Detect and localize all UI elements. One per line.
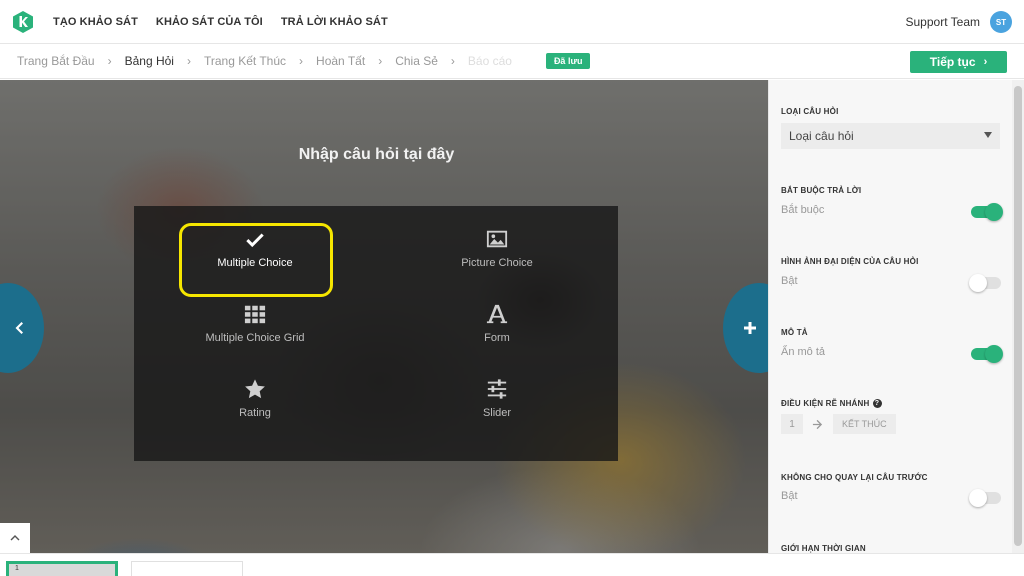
question-canvas[interactable]: Nhập câu hỏi tại đây Multiple Choice Pic…	[0, 80, 768, 553]
type-multiple-choice-grid[interactable]: Multiple Choice Grid	[134, 286, 376, 361]
chevron-right-icon: ›	[450, 54, 455, 68]
branch-condition-label: ĐIỀU KIỆN RẼ NHÁNH?	[781, 399, 882, 409]
top-navbar: TẠO KHẢO SÁT KHẢO SÁT CỦA TÔI TRẢ LỜI KH…	[0, 0, 1024, 44]
question-image-toggle[interactable]	[969, 274, 1001, 292]
toggle-knob	[985, 345, 1003, 363]
settings-scrollbar[interactable]	[1012, 80, 1024, 553]
breadcrumb: Trang Bắt Đầu › Bảng Hỏi › Trang Kết Thú…	[0, 44, 1024, 79]
logo-icon[interactable]	[13, 10, 33, 33]
continue-button[interactable]: Tiếp tục ›	[910, 51, 1007, 73]
page-thumbnail-number: 1	[15, 565, 19, 572]
grid-icon	[244, 305, 266, 324]
description-toggle[interactable]	[971, 345, 1003, 363]
description-value: Ẩn mô tả	[781, 346, 826, 358]
continue-button-label: Tiếp tục	[929, 55, 976, 69]
branch-to-field[interactable]: KẾT THÚC	[833, 414, 896, 434]
collapse-pages-button[interactable]	[0, 523, 30, 553]
caret-down-icon	[984, 132, 992, 138]
avatar[interactable]: ST	[990, 11, 1012, 33]
plus-icon	[744, 322, 756, 334]
toggle-knob	[969, 489, 987, 507]
page-thumbnail-strip: 1	[0, 553, 1024, 576]
arrow-right-icon	[812, 419, 823, 429]
crumb-questionnaire[interactable]: Bảng Hỏi	[125, 54, 174, 68]
crumb-report[interactable]: Báo cáo	[468, 54, 512, 68]
chevron-right-icon: ›	[107, 54, 112, 68]
page-thumbnail[interactable]	[131, 561, 243, 576]
toggle-knob	[985, 203, 1003, 221]
time-limit-label: GIỚI HẠN THỜI GIAN	[781, 544, 866, 553]
image-icon	[486, 230, 508, 248]
branch-from-field[interactable]: 1	[781, 414, 803, 434]
branch-condition-row: 1 KẾT THÚC	[781, 414, 896, 434]
chevron-right-icon: ›	[299, 54, 304, 68]
type-slider[interactable]: Slider	[376, 361, 618, 436]
no-back-label: KHÔNG CHO QUAY LẠI CÂU TRƯỚC	[781, 473, 928, 482]
crumb-start-page[interactable]: Trang Bắt Đầu	[17, 54, 95, 68]
type-multiple-choice[interactable]: Multiple Choice	[134, 211, 376, 286]
chevron-left-icon	[15, 322, 23, 334]
crumb-share[interactable]: Chia Sẻ	[395, 54, 438, 68]
question-title-input[interactable]: Nhập câu hỏi tại đây	[0, 146, 753, 164]
type-form[interactable]: Form	[376, 286, 618, 361]
crumb-complete[interactable]: Hoàn Tất	[316, 54, 365, 68]
required-label: BẮT BUỘC TRẢ LỜI	[781, 186, 862, 195]
type-picture-choice[interactable]: Picture Choice	[376, 211, 618, 286]
toggle-knob	[969, 274, 987, 292]
description-label: MÔ TẢ	[781, 328, 808, 337]
sliders-icon	[487, 379, 507, 399]
no-back-value: Bật	[781, 490, 798, 502]
question-type-label: LOẠI CÂU HỎI	[781, 107, 839, 116]
help-icon[interactable]: ?	[872, 399, 882, 409]
scrollbar-thumb[interactable]	[1014, 86, 1022, 546]
chevron-right-icon: ›	[186, 54, 191, 68]
no-back-toggle[interactable]	[969, 489, 1001, 507]
add-question-button[interactable]	[723, 283, 768, 373]
question-type-select[interactable]: Loại câu hỏi	[781, 123, 1000, 149]
previous-question-button[interactable]	[0, 283, 44, 373]
user-name[interactable]: Support Team	[906, 15, 981, 29]
required-toggle[interactable]	[971, 203, 1003, 221]
check-icon	[246, 233, 264, 248]
type-rating[interactable]: Rating	[134, 361, 376, 436]
chevron-right-icon: ›	[983, 56, 988, 68]
nav-create-survey[interactable]: TẠO KHẢO SÁT	[53, 16, 138, 28]
user-menu[interactable]: Support Team ST	[906, 0, 1012, 44]
question-type-panel: Multiple Choice Picture Choice Multiple …	[134, 206, 618, 461]
star-icon	[245, 379, 265, 399]
question-settings-panel: LOẠI CÂU HỎI Loại câu hỏi BẮT BUỘC TRẢ L…	[768, 80, 1024, 553]
crumb-end-page[interactable]: Trang Kết Thúc	[204, 54, 286, 68]
saved-badge: Đã lưu	[545, 53, 591, 69]
question-type-select-value: Loại câu hỏi	[789, 129, 854, 143]
chevron-up-icon	[10, 535, 20, 541]
letter-a-icon	[486, 304, 508, 324]
nav-answer-survey[interactable]: TRẢ LỜI KHẢO SÁT	[281, 16, 388, 28]
nav-my-surveys[interactable]: KHẢO SÁT CỦA TÔI	[156, 16, 263, 28]
question-image-label: HÌNH ẢNH ĐẠI DIỆN CỦA CÂU HỎI	[781, 257, 919, 266]
page-thumbnail[interactable]: 1	[6, 561, 118, 576]
chevron-right-icon: ›	[378, 54, 383, 68]
required-value: Bắt buộc	[781, 204, 825, 216]
question-image-value: Bật	[781, 275, 798, 287]
